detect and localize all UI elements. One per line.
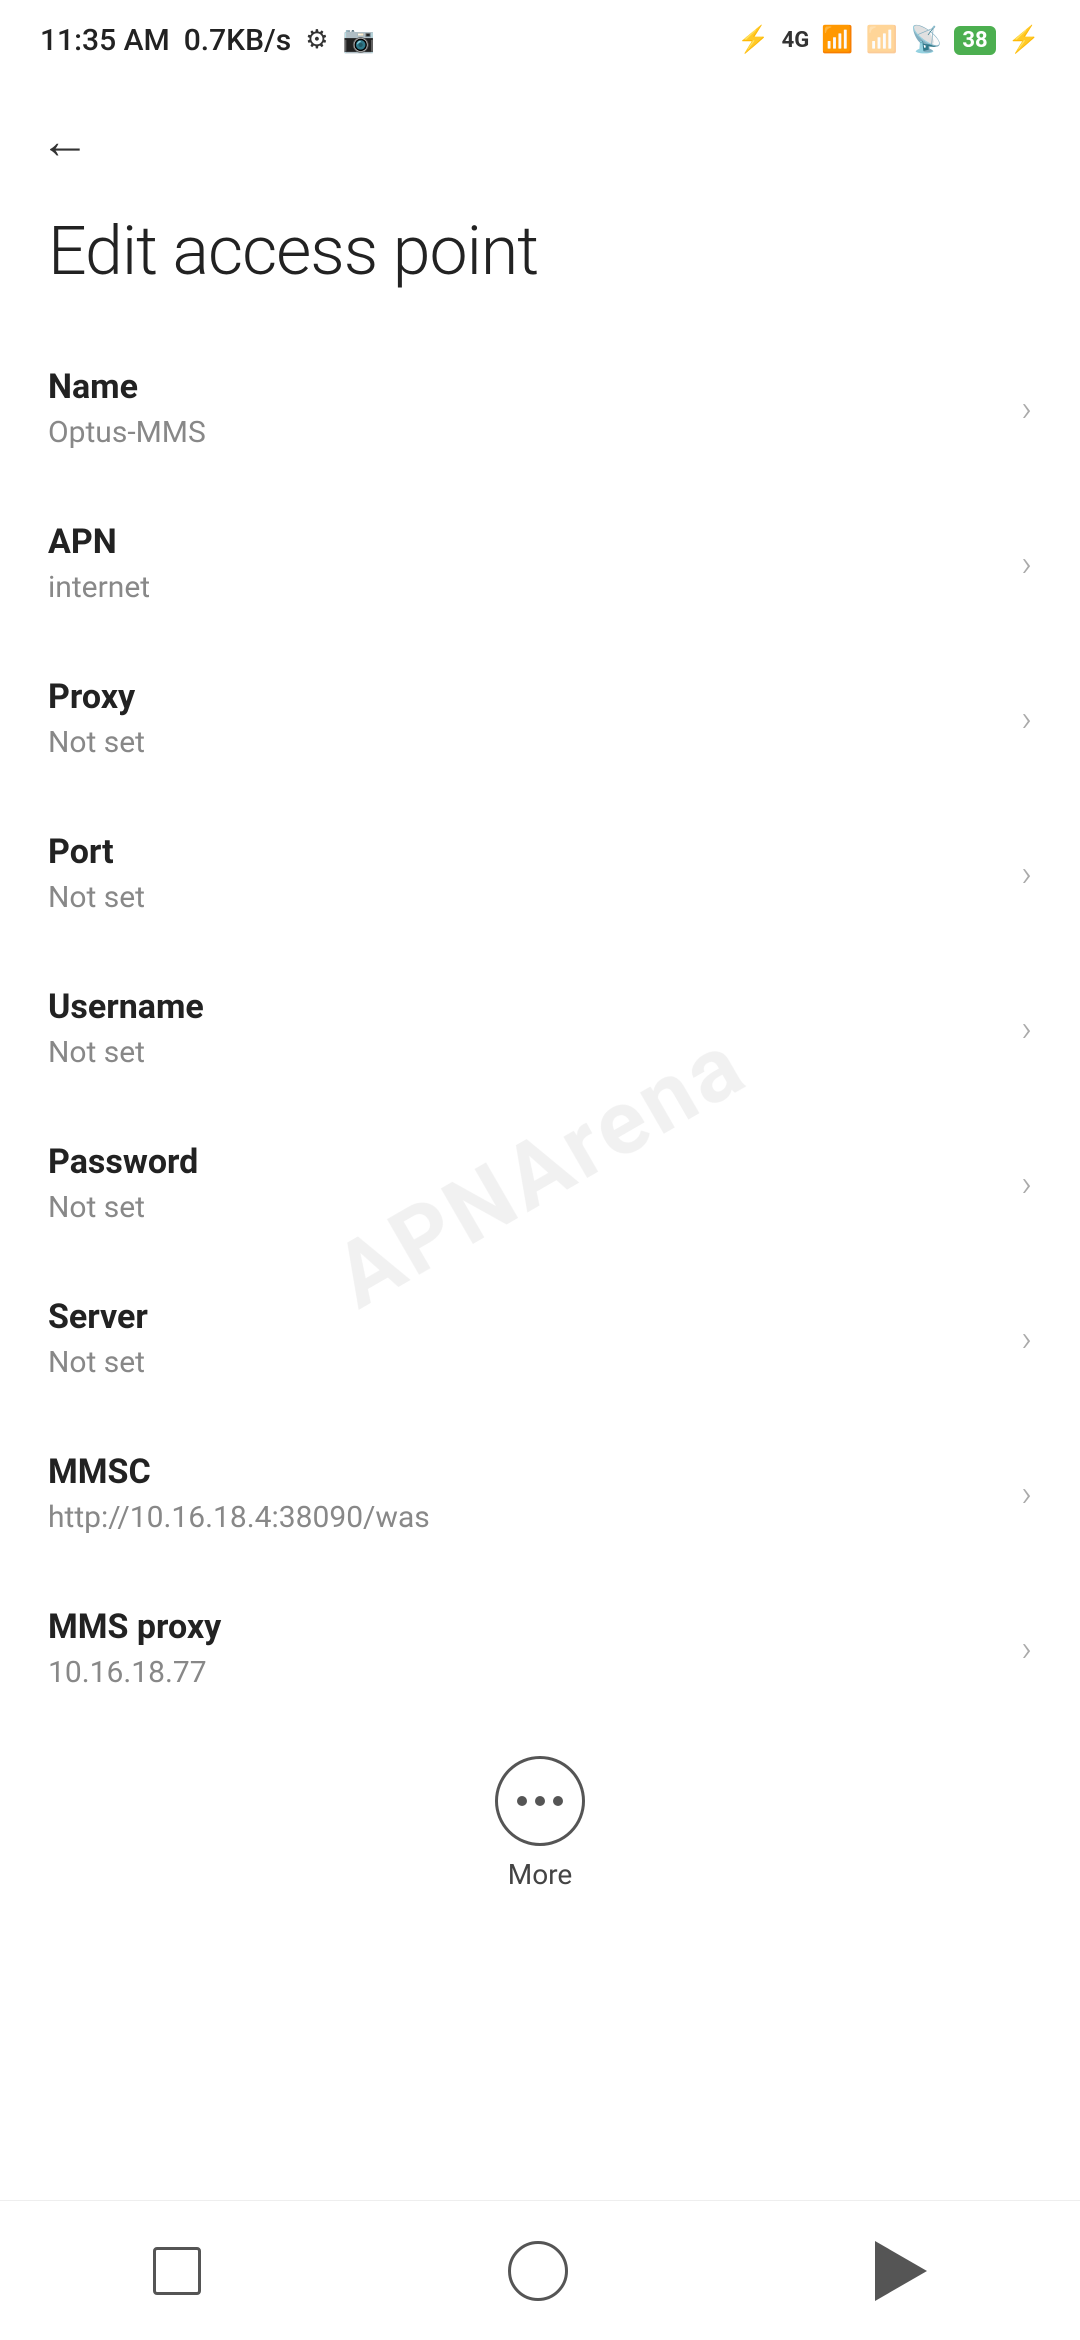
settings-item-label: Proxy [48,677,145,717]
bolt-icon: ⚡ [1008,25,1040,55]
settings-item-value: internet [48,570,150,605]
settings-item-label: Password [48,1142,198,1182]
chevron-right-icon: › [1021,1473,1032,1515]
settings-item-value: Not set [48,880,145,915]
settings-item-content: Username Not set [48,987,204,1070]
chevron-right-icon: › [1021,1628,1032,1670]
settings-item-content: Port Not set [48,832,145,915]
signal-bars-icon: 📶 [821,25,853,55]
chevron-right-icon: › [1021,543,1032,585]
settings-item-value: Optus-MMS [48,415,206,450]
dot2 [535,1796,545,1806]
nav-bar [0,2200,1080,2340]
settings-item-content: MMS proxy 10.16.18.77 [48,1607,221,1690]
network-speed: 0.7KB/s [184,23,291,58]
page-title: Edit access point [0,191,1080,331]
more-label: More [508,1858,573,1891]
settings-item-label: MMS proxy [48,1607,221,1647]
dot3 [553,1796,563,1806]
settings-item-label: Port [48,832,145,872]
settings-item-label: Server [48,1297,148,1337]
settings-icon: ⚙ [305,25,328,55]
settings-item-label: Name [48,367,206,407]
chevron-right-icon: › [1021,1008,1032,1050]
time: 11:35 AM [40,23,170,58]
chevron-right-icon: › [1021,1163,1032,1205]
settings-item-value: http://10.16.18.4:38090/was [48,1500,430,1535]
home-button[interactable] [508,2241,568,2301]
settings-item-content: Server Not set [48,1297,148,1380]
recent-apps-button[interactable] [153,2247,201,2295]
network-4g-icon: 4G [782,28,810,53]
recent-apps-icon [153,2247,201,2295]
settings-item-content: Proxy Not set [48,677,145,760]
dot1 [517,1796,527,1806]
settings-item-server[interactable]: Server Not set › [0,1261,1080,1416]
signal-bars-2-icon: 📶 [866,25,898,55]
settings-item-label: Username [48,987,204,1027]
bluetooth-icon: ⚡ [737,25,769,55]
chevron-right-icon: › [1021,1318,1032,1360]
chevron-right-icon: › [1021,698,1032,740]
settings-item-password[interactable]: Password Not set › [0,1106,1080,1261]
back-nav-button[interactable] [875,2241,927,2301]
settings-item-mmsc[interactable]: MMSC http://10.16.18.4:38090/was › [0,1416,1080,1571]
settings-item-value: Not set [48,1035,204,1070]
back-arrow-icon: ← [40,112,90,171]
back-nav-icon [875,2241,927,2301]
chevron-right-icon: › [1021,388,1032,430]
settings-item-content: Name Optus-MMS [48,367,206,450]
settings-item-value: Not set [48,725,145,760]
settings-item-apn[interactable]: APN internet › [0,486,1080,641]
home-icon [508,2241,568,2301]
settings-item-username[interactable]: Username Not set › [0,951,1080,1106]
wifi-icon: 📡 [910,25,942,55]
camera-icon: 📷 [343,25,375,55]
more-circle-icon [495,1756,585,1846]
settings-item-content: MMSC http://10.16.18.4:38090/was [48,1452,430,1535]
settings-item-label: MMSC [48,1452,430,1492]
back-button[interactable]: ← [0,72,1080,191]
settings-item-value: Not set [48,1190,198,1225]
settings-item-mms-proxy[interactable]: MMS proxy 10.16.18.77 › [0,1571,1080,1726]
settings-item-content: APN internet [48,522,150,605]
status-bar: 11:35 AM 0.7KB/s ⚙ 📷 ⚡ 4G 📶 📶 📡 38 ⚡ [0,0,1080,72]
status-right: ⚡ 4G 📶 📶 📡 38 ⚡ [737,25,1040,55]
settings-item-name[interactable]: Name Optus-MMS › [0,331,1080,486]
settings-item-label: APN [48,522,150,562]
settings-item-port[interactable]: Port Not set › [0,796,1080,951]
battery-indicator: 38 [954,26,995,55]
settings-item-content: Password Not set [48,1142,198,1225]
settings-list: Name Optus-MMS › APN internet › Proxy No… [0,331,1080,2111]
chevron-right-icon: › [1021,853,1032,895]
status-left: 11:35 AM 0.7KB/s ⚙ 📷 [40,23,375,58]
more-button[interactable]: More [0,1726,1080,1911]
settings-item-proxy[interactable]: Proxy Not set › [0,641,1080,796]
settings-item-value: 10.16.18.77 [48,1655,221,1690]
settings-item-value: Not set [48,1345,148,1380]
